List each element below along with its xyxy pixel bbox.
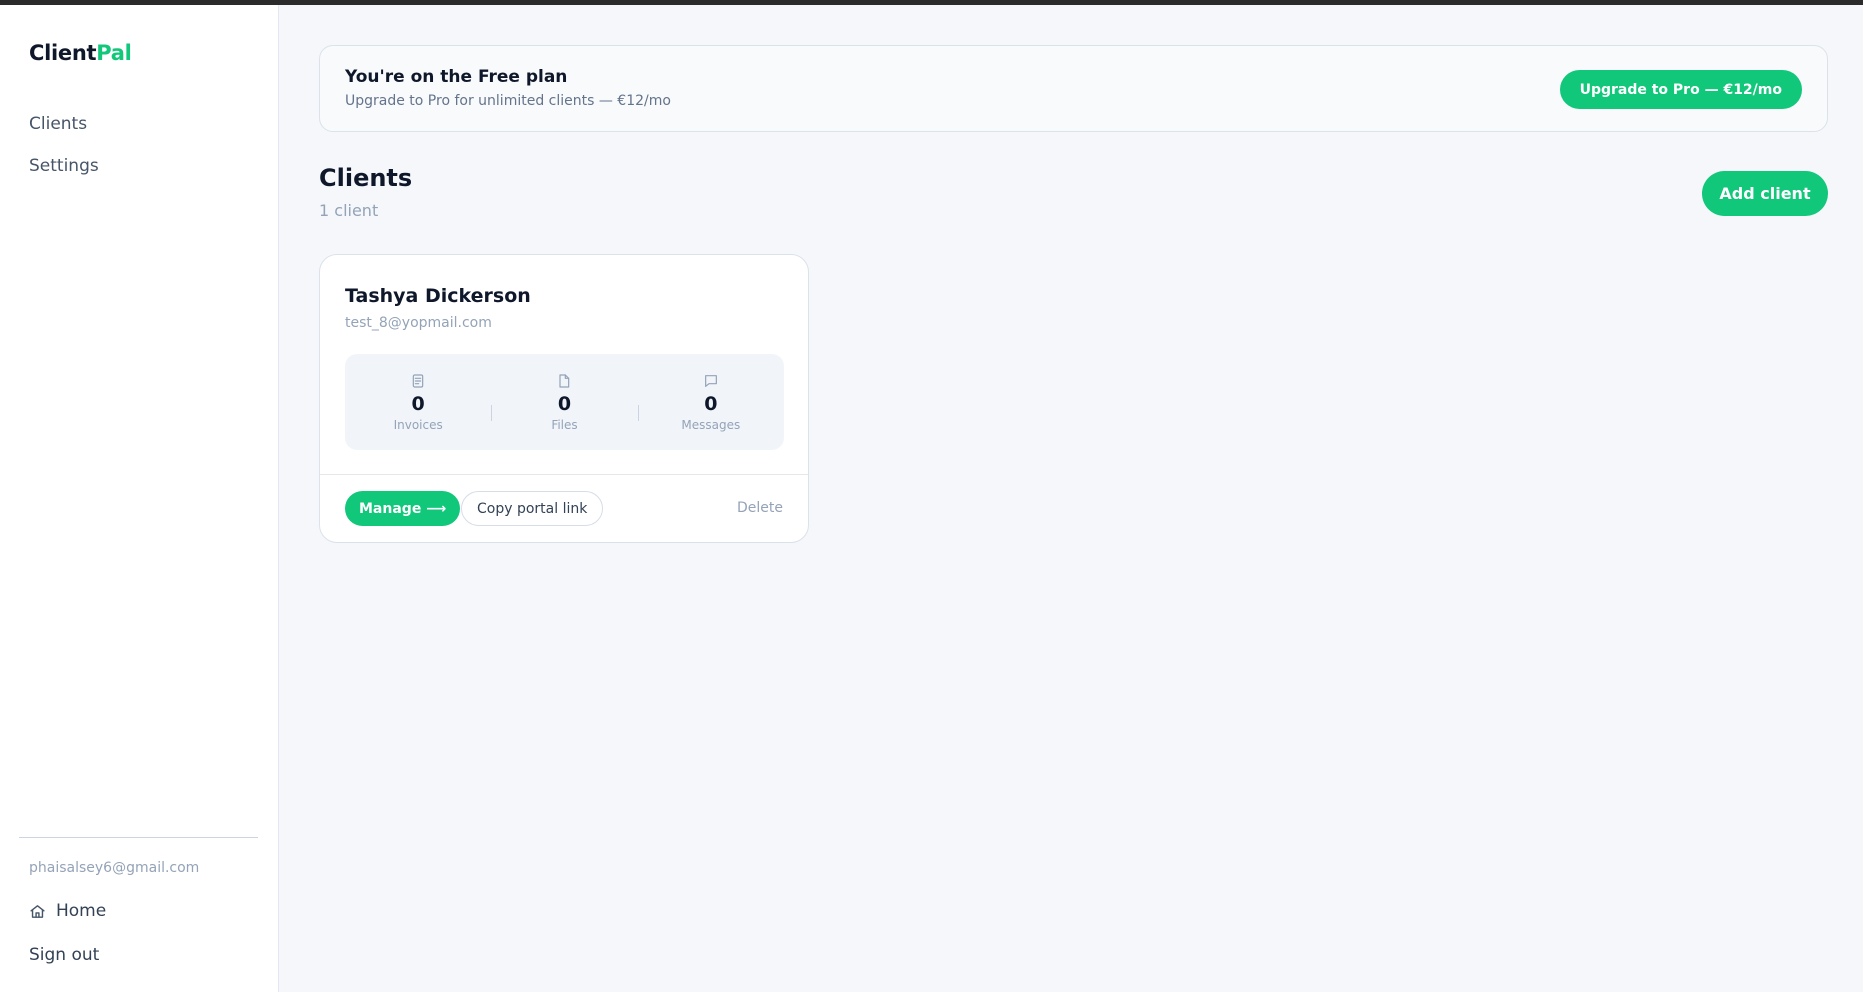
stat-value: 0 <box>704 392 718 415</box>
add-client-button[interactable]: Add client <box>1702 171 1828 216</box>
client-count: 1 client <box>319 201 379 220</box>
page-title: Clients <box>319 164 413 192</box>
user-email: phaisalsey6@gmail.com <box>29 860 200 876</box>
stat-messages: 0 Messages <box>637 373 784 432</box>
home-label: Home <box>56 901 107 921</box>
home-link[interactable]: Home <box>29 901 106 921</box>
sign-out-link[interactable]: Sign out <box>29 945 99 965</box>
stat-value: 0 <box>557 392 572 415</box>
window-top-bar <box>0 0 1863 5</box>
stat-label: Messages <box>681 417 741 432</box>
file-icon <box>559 373 570 388</box>
plan-title: You're on the Free plan <box>345 67 568 87</box>
client-stats: 0 Invoices 0 Files 0 Messages <box>345 354 784 450</box>
upgrade-button[interactable]: Upgrade to Pro — €12/mo <box>1559 70 1802 109</box>
stat-value: 0 <box>411 392 425 415</box>
client-name: Tashya Dickerson <box>345 285 531 307</box>
stat-label: Files <box>551 417 578 432</box>
home-icon <box>30 904 45 918</box>
stat-label: Invoices <box>393 417 443 432</box>
copy-portal-link-button[interactable]: Copy portal link <box>461 491 604 526</box>
card-divider <box>320 474 808 475</box>
plan-banner: You're on the Free plan Upgrade to Pro f… <box>319 45 1828 132</box>
manage-button[interactable]: Manage ⟶ <box>345 491 461 526</box>
stat-files: 0 Files <box>491 373 637 432</box>
message-icon <box>704 374 717 387</box>
sidebar: ClientPal Clients Settings phaisalsey6@g… <box>0 5 279 992</box>
plan-subtitle: Upgrade to Pro for unlimited clients — €… <box>345 93 671 109</box>
invoice-icon <box>412 373 424 388</box>
brand-logo: ClientPal <box>29 41 132 65</box>
sidebar-item-settings[interactable]: Settings <box>29 156 99 176</box>
client-email: test_8@yopmail.com <box>345 315 492 331</box>
delete-button[interactable]: Delete <box>737 500 783 516</box>
sidebar-divider <box>19 837 258 838</box>
sidebar-item-clients[interactable]: Clients <box>29 114 87 134</box>
stat-invoices: 0 Invoices <box>345 373 491 432</box>
client-card: Tashya Dickerson test_8@yopmail.com 0 In… <box>319 254 809 543</box>
